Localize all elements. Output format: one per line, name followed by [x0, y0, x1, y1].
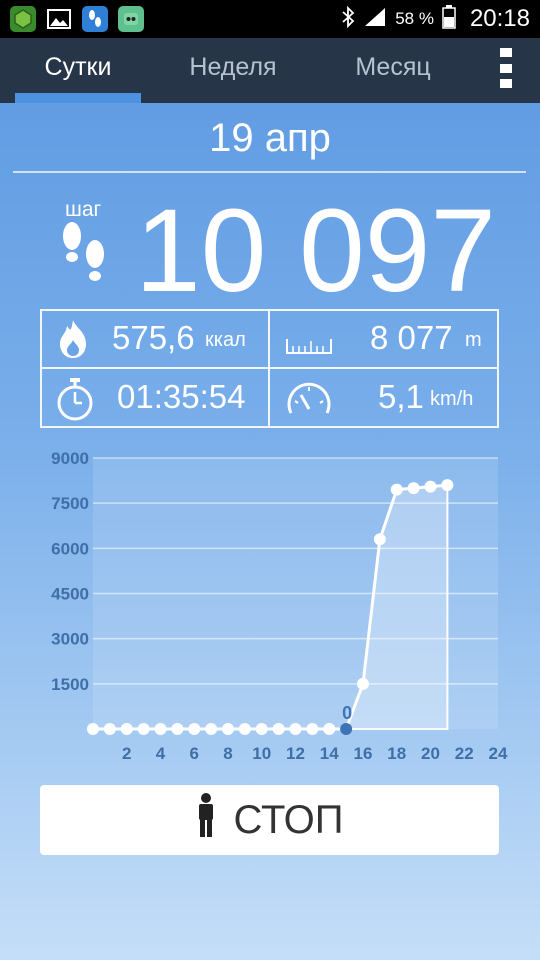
robot-app-icon — [118, 6, 144, 32]
y-tick-label: 3000 — [51, 630, 89, 649]
data-point — [87, 723, 99, 735]
data-point — [424, 480, 437, 493]
data-point — [188, 723, 201, 735]
distance-value: 8 077 — [370, 319, 453, 356]
data-point — [137, 723, 150, 735]
steps-chart: 1500300045006000750090002 4 6 8 10 12 14 16 18 20… — [51, 449, 508, 763]
y-tick-label: 1500 — [51, 675, 89, 694]
tab-day[interactable]: Сутки — [15, 38, 141, 103]
x-tick-label: 2 — [122, 744, 131, 763]
duration-value: 01:35:54 — [117, 378, 246, 415]
x-tick-label: 16 — [354, 744, 373, 763]
data-point — [205, 723, 218, 735]
data-point — [272, 723, 285, 735]
x-tick-label: 4 — [156, 744, 166, 763]
data-point — [120, 723, 133, 735]
y-tick-label: 4500 — [51, 585, 89, 604]
date-title[interactable]: 19 апр — [0, 116, 540, 161]
clock: 20:18 — [469, 5, 530, 32]
x-tick-label: 22 — [455, 744, 474, 763]
x-tick-label: 24 — [489, 744, 508, 763]
data-point — [171, 723, 184, 735]
gallery-icon — [46, 6, 72, 32]
data-point — [441, 479, 454, 492]
calories-unit: ккал — [205, 329, 246, 351]
x-tick-label: 6 — [190, 744, 199, 763]
highlight-label: 0 — [342, 703, 352, 723]
steps-label: шаг — [65, 198, 102, 221]
data-point — [390, 483, 403, 496]
x-tick-label: 14 — [320, 744, 339, 763]
divider — [13, 171, 526, 173]
y-tick-label: 6000 — [51, 539, 89, 558]
status-bar: 58 % 20:18 — [0, 0, 540, 38]
ruler-icon — [285, 335, 333, 360]
bluetooth-icon — [341, 5, 355, 33]
person-icon — [195, 793, 217, 847]
x-tick-label: 8 — [223, 744, 232, 763]
y-tick-label: 7500 — [51, 494, 89, 513]
distance-unit: m — [465, 329, 482, 351]
data-point — [373, 533, 386, 546]
stop-button-label: СТОП — [233, 797, 344, 842]
pedometer-app-icon — [82, 6, 108, 32]
signal-icon — [363, 7, 387, 32]
data-point — [255, 723, 268, 735]
overflow-menu-icon[interactable] — [500, 48, 514, 88]
battery-percent: 58 % — [395, 9, 434, 28]
data-point — [238, 723, 251, 735]
data-point — [154, 723, 167, 735]
tab-bar: Сутки Неделя Месяц — [0, 38, 540, 103]
battery-icon — [442, 4, 456, 34]
stopwatch-icon — [55, 377, 95, 426]
x-tick-label: 10 — [252, 744, 271, 763]
x-tick-label: 20 — [421, 744, 440, 763]
data-point — [357, 677, 369, 690]
speed-unit: km/h — [430, 388, 474, 410]
footprints-icon — [58, 220, 110, 295]
tab-month[interactable]: Месяц — [313, 38, 473, 103]
data-point — [340, 723, 353, 735]
app-notification-icon — [10, 6, 36, 32]
data-point — [289, 723, 302, 735]
x-tick-label: 18 — [387, 744, 406, 763]
speedometer-icon — [285, 379, 333, 424]
x-tick-label: 12 — [286, 744, 305, 763]
y-tick-label: 9000 — [51, 449, 89, 468]
speed-value: 5,1 — [378, 378, 424, 415]
data-point — [222, 723, 234, 735]
tab-week[interactable]: Неделя — [153, 38, 313, 103]
steps-count: 10 097 — [135, 185, 496, 317]
data-point — [407, 482, 420, 495]
data-point — [103, 723, 116, 735]
stop-button[interactable]: СТОП — [40, 785, 499, 855]
stats-grid: 575,6 ккал 8 077 m 01:35:54 5,1 km/h — [40, 309, 499, 428]
data-point — [306, 723, 319, 735]
flame-icon — [56, 318, 90, 365]
calories-value: 575,6 — [112, 319, 195, 356]
data-point — [323, 723, 336, 735]
